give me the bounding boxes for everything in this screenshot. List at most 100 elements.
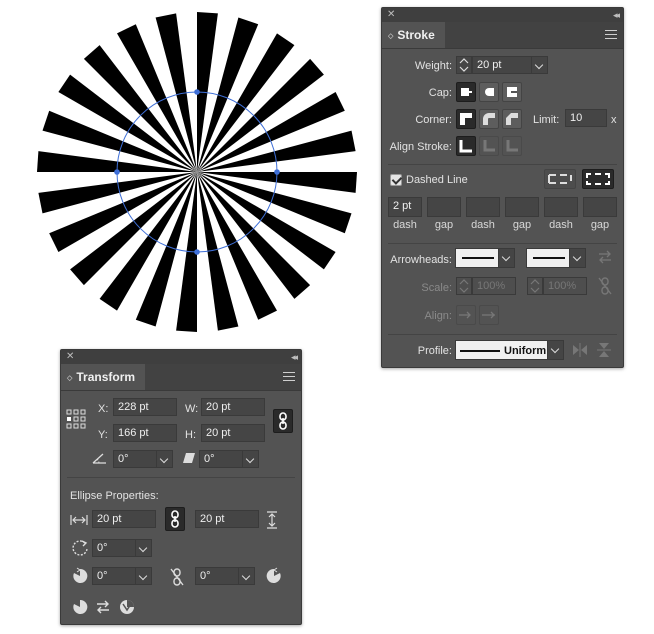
rotate-input[interactable]: 0°	[113, 450, 157, 468]
pie-start-angle-icon	[71, 567, 89, 585]
ellipse-constrain-button[interactable]	[165, 507, 185, 531]
tab-stroke[interactable]: ◇ Stroke	[382, 22, 445, 48]
gap-input[interactable]	[583, 197, 617, 217]
start-arrowhead-dropdown[interactable]	[499, 248, 515, 268]
transform-panel-titlebar[interactable]: ✕ ◂◂	[61, 350, 301, 364]
pie-end-dropdown[interactable]	[239, 567, 255, 585]
profile-value: Uniform	[504, 345, 547, 357]
w-input[interactable]: 20 pt	[201, 398, 265, 416]
y-input[interactable]: 166 pt	[113, 424, 177, 442]
panel-menu-icon[interactable]	[605, 30, 617, 42]
shear-input[interactable]: 0°	[199, 450, 243, 468]
swap-pie-angles-icon[interactable]	[95, 599, 111, 615]
collapse-icon[interactable]: ◂◂	[291, 350, 298, 364]
pie-end-input[interactable]: 0°	[195, 567, 239, 585]
tab-options-icon: ◇	[67, 375, 73, 382]
y-label: Y:	[98, 429, 108, 441]
ellipse-height-input[interactable]: 20 pt	[195, 510, 259, 528]
align-dash-corners-button[interactable]	[582, 169, 614, 189]
shear-dropdown[interactable]	[243, 450, 259, 468]
starburst-artwork[interactable]	[0, 0, 380, 345]
starburst-rays	[37, 12, 357, 332]
limit-input[interactable]: 10	[565, 109, 607, 127]
ellipse-angle-icon	[71, 539, 89, 557]
swap-arrowheads-icon[interactable]	[597, 250, 613, 264]
projecting-cap-button[interactable]	[502, 82, 522, 102]
separator	[67, 477, 295, 478]
rotate-dropdown[interactable]	[157, 450, 173, 468]
gap-input[interactable]	[505, 197, 539, 217]
h-label: H:	[185, 429, 196, 441]
reset-pie-icon[interactable]	[119, 599, 135, 615]
collapse-icon[interactable]: ◂◂	[613, 8, 620, 22]
scale-start-stepper[interactable]	[456, 277, 472, 295]
end-arrowhead-select[interactable]	[526, 248, 570, 268]
pie-end-angle-icon	[265, 567, 283, 585]
arrow-tip-at-end-button[interactable]	[479, 305, 499, 325]
scale-end-input[interactable]: 100%	[543, 277, 587, 295]
gap-label: gap	[434, 219, 454, 231]
gap-input[interactable]	[427, 197, 461, 217]
cap-label: Cap:	[428, 87, 452, 99]
reference-point-icon[interactable]	[66, 409, 86, 429]
weight-label: Weight:	[414, 60, 452, 72]
profile-select[interactable]: Uniform	[455, 340, 548, 360]
ellipse-height-icon	[266, 511, 278, 529]
tab-options-icon: ◇	[388, 33, 394, 40]
scale-start-input[interactable]: 100%	[472, 277, 516, 295]
align-outside-button[interactable]	[502, 136, 522, 156]
close-icon[interactable]: ✕	[66, 350, 74, 364]
align-inside-button[interactable]	[479, 136, 499, 156]
butt-cap-button[interactable]	[456, 82, 476, 102]
tab-transform[interactable]: ◇ Transform	[61, 364, 146, 390]
align-center-button[interactable]	[456, 136, 476, 156]
flip-along-icon[interactable]	[572, 342, 588, 358]
round-join-button[interactable]	[479, 109, 499, 129]
bevel-join-button[interactable]	[502, 109, 522, 129]
round-cap-button[interactable]	[479, 82, 499, 102]
flip-across-icon[interactable]	[596, 342, 612, 358]
pie-icon[interactable]	[72, 599, 88, 615]
separator	[388, 164, 617, 165]
dash-input[interactable]	[466, 197, 500, 217]
arrow-tip-beyond-button[interactable]	[456, 305, 476, 325]
limit-label: Limit:	[533, 114, 560, 126]
dash-label: dash	[549, 219, 573, 231]
ellipse-angle-dropdown[interactable]	[136, 539, 152, 557]
profile-label: Profile:	[417, 345, 452, 357]
miter-join-button[interactable]	[456, 109, 476, 129]
ellipse-width-icon	[70, 514, 88, 526]
start-arrowhead-select[interactable]	[455, 248, 499, 268]
h-input[interactable]: 20 pt	[201, 424, 265, 442]
stroke-panel-titlebar[interactable]: ✕ ◂◂	[382, 8, 623, 22]
panel-menu-icon[interactable]	[283, 372, 295, 384]
ellipse-angle-input[interactable]: 0°	[92, 539, 136, 557]
tab-transform-label: Transform	[76, 370, 136, 384]
ellipse-properties-label: Ellipse Properties:	[70, 490, 159, 502]
link-pie-angles-icon[interactable]	[169, 567, 185, 587]
dash-input[interactable]	[544, 197, 578, 217]
close-icon[interactable]: ✕	[387, 8, 395, 22]
ellipse-width-input[interactable]: 20 pt	[92, 510, 156, 528]
rotate-icon	[91, 451, 109, 465]
weight-input[interactable]: 20 pt	[472, 56, 532, 74]
x-input[interactable]: 228 pt	[113, 398, 177, 416]
transform-panel-tabbar: ◇ Transform	[61, 364, 301, 391]
arrowheads-label: Arrowheads:	[390, 254, 452, 266]
end-arrowhead-dropdown[interactable]	[570, 248, 586, 268]
dash-label: dash	[471, 219, 495, 231]
weight-dropdown[interactable]	[532, 56, 548, 74]
dashed-line-checkbox[interactable]	[390, 174, 402, 186]
dashed-line-label: Dashed Line	[406, 174, 468, 186]
pie-start-dropdown[interactable]	[136, 567, 152, 585]
separator	[388, 243, 617, 244]
link-scale-icon[interactable]	[597, 276, 613, 296]
dash-input[interactable]: 2 pt	[388, 197, 422, 217]
x-label: X:	[98, 403, 109, 415]
scale-end-stepper[interactable]	[527, 277, 543, 295]
constrain-proportions-button[interactable]	[273, 409, 293, 433]
weight-stepper[interactable]	[456, 56, 472, 74]
preserve-dash-button[interactable]	[544, 169, 576, 189]
pie-start-input[interactable]: 0°	[92, 567, 136, 585]
profile-dropdown[interactable]	[548, 340, 564, 360]
